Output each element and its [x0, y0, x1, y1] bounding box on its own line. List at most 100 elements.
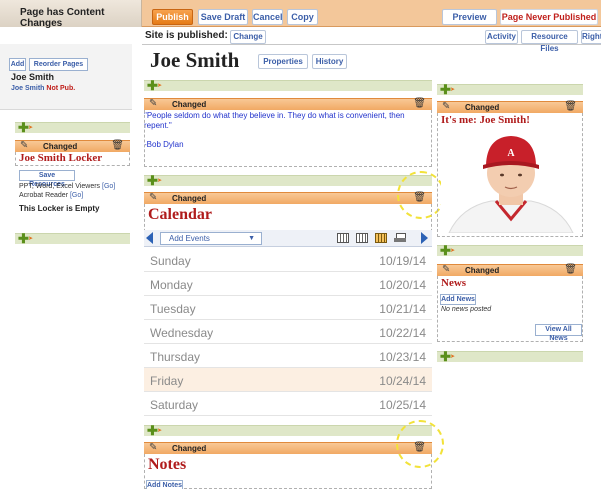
next-arrow-icon[interactable]: [421, 232, 428, 244]
calendar-day-date: 10/21/14: [379, 302, 426, 316]
arrow-icon: ➤: [28, 125, 34, 131]
viewers-text: PPT, Word, Excel Viewers: [19, 183, 101, 190]
print-icon[interactable]: [394, 233, 406, 243]
trash-icon[interactable]: 🗑: [564, 101, 577, 112]
chevron-down-icon: ▼: [248, 235, 255, 242]
day-view-icon[interactable]: [337, 233, 349, 243]
preview-draft-button[interactable]: Preview Draft: [442, 9, 497, 36]
calendar-day-row[interactable]: Wednesday 10/22/14: [144, 320, 432, 344]
news-changed-bar: ✎ Changed 🗑: [437, 264, 583, 276]
prev-arrow-icon[interactable]: [146, 232, 153, 244]
calendar-day-date: 10/23/14: [379, 350, 426, 364]
change-button[interactable]: Change: [230, 30, 266, 44]
add-content-bar-8[interactable]: ✚ ➤: [437, 350, 583, 363]
arrow-icon: ➤: [450, 354, 456, 360]
page-tree-panel: Add Reorder Pages Joe Smith Joe Smith No…: [0, 44, 132, 110]
month-view-icon[interactable]: [375, 233, 387, 243]
pencil-icon[interactable]: ✎: [442, 264, 450, 275]
publish-button[interactable]: Publish: [152, 9, 193, 25]
arrow-icon: ➤: [450, 248, 456, 254]
pencil-icon[interactable]: ✎: [442, 101, 450, 112]
arrow-icon: ➤: [28, 236, 34, 242]
calendar-day-row[interactable]: Saturday 10/25/14: [144, 392, 432, 416]
pencil-icon[interactable]: ✎: [149, 192, 157, 203]
calendar-day-name: Monday: [150, 278, 193, 292]
rights-button[interactable]: Rights: [581, 30, 601, 44]
changed-label: Changed: [465, 103, 500, 112]
viewers-line: PPT, Word, Excel Viewers [Go]: [19, 182, 115, 191]
news-empty-message: No news posted: [441, 306, 492, 313]
calendar-day-name: Wednesday: [150, 326, 214, 340]
highlight-circle: [396, 420, 444, 468]
locker-empty-message: This Locker is Empty: [19, 204, 100, 213]
calendar-day-row[interactable]: Thursday 10/23/14: [144, 344, 432, 368]
viewers-go-link[interactable]: [Go]: [102, 183, 115, 190]
changed-label: Changed: [43, 142, 78, 151]
add-content-bar-2[interactable]: ✚ ➤: [15, 232, 130, 245]
calendar-toolbar: Add Events ▼: [144, 230, 432, 247]
save-draft-button[interactable]: Save Draft: [198, 9, 248, 25]
site-published-label: Site is published:: [145, 30, 228, 41]
trash-icon[interactable]: 🗑: [564, 264, 577, 275]
save-resources-button[interactable]: Save Resources: [19, 170, 75, 188]
arrow-icon: ➤: [157, 428, 163, 434]
page-status-tab: Page has Content Changes: [0, 0, 142, 29]
never-published-badge: Page Never Published: [500, 9, 598, 25]
locker-changed-bar: ✎ Changed 🗑: [15, 140, 130, 152]
calendar-changed-bar: ✎ Changed 🗑: [144, 192, 432, 204]
copy-button[interactable]: Copy: [287, 9, 318, 25]
reorder-pages-button[interactable]: Reorder Pages: [29, 58, 88, 71]
page-tree-link[interactable]: Joe Smith: [11, 85, 44, 92]
calendar-day-date: 10/20/14: [379, 278, 426, 292]
trash-icon[interactable]: 🗑: [111, 140, 124, 151]
add-content-bar[interactable]: ✚ ➤: [15, 121, 130, 134]
pencil-icon[interactable]: ✎: [149, 442, 157, 453]
acrobat-text: Acrobat Reader: [19, 192, 69, 199]
calendar-day-date: 10/22/14: [379, 326, 426, 340]
resource-files-button[interactable]: Resource Files: [521, 30, 578, 53]
page-title: Joe Smith: [150, 48, 240, 72]
pencil-icon[interactable]: ✎: [20, 140, 28, 151]
notes-box: [144, 454, 432, 489]
add-notes-button[interactable]: Add Notes: [146, 480, 183, 489]
notes-changed-bar: ✎ Changed 🗑: [144, 442, 432, 454]
arrow-icon: ➤: [450, 87, 456, 93]
trash-icon[interactable]: 🗑: [413, 98, 426, 109]
view-all-news-button[interactable]: View All News: [535, 324, 582, 342]
add-content-bar-7[interactable]: ✚ ➤: [437, 244, 583, 257]
add-events-label: Add Events: [169, 234, 210, 243]
pencil-icon[interactable]: ✎: [149, 98, 157, 109]
calendar-day-name: Tuesday: [150, 302, 196, 316]
quote-changed-bar: ✎ Changed 🗑: [144, 98, 432, 110]
add-content-bar-5[interactable]: ✚ ➤: [144, 424, 432, 437]
add-news-button[interactable]: Add News: [440, 294, 476, 305]
add-content-bar-4[interactable]: ✚ ➤: [144, 174, 432, 187]
arrow-icon: ➤: [157, 83, 163, 89]
calendar-day-name: Friday: [150, 374, 184, 388]
page-tree-item[interactable]: Joe Smith Not Pub.: [11, 85, 75, 92]
changed-label: Changed: [465, 266, 500, 275]
add-content-bar-3[interactable]: ✚ ➤: [144, 79, 432, 92]
calendar-day-row[interactable]: Monday 10/20/14: [144, 272, 432, 296]
calendar-day-row[interactable]: Sunday 10/19/14: [144, 248, 432, 272]
changed-label: Changed: [172, 100, 207, 109]
profile-changed-bar: ✎ Changed 🗑: [437, 101, 583, 113]
acrobat-go-link[interactable]: [Go]: [70, 192, 83, 199]
history-button[interactable]: History: [312, 54, 347, 69]
activity-button[interactable]: Activity: [485, 30, 518, 44]
add-page-button[interactable]: Add: [9, 58, 26, 71]
calendar-day-name: Sunday: [150, 254, 191, 268]
cap-logo: A: [507, 148, 515, 159]
add-content-bar-6[interactable]: ✚ ➤: [437, 83, 583, 96]
acrobat-line: Acrobat Reader [Go]: [19, 191, 83, 200]
site-status-bar: Site is published:No Change Activity Res…: [142, 27, 601, 53]
calendar-day-row[interactable]: Friday 10/24/14: [144, 368, 432, 392]
week-view-icon[interactable]: [356, 233, 368, 243]
calendar-day-row[interactable]: Tuesday 10/21/14: [144, 296, 432, 320]
changed-label: Changed: [172, 194, 207, 203]
properties-button[interactable]: Properties: [258, 54, 308, 69]
profile-photo: A: [441, 129, 581, 233]
cancel-button[interactable]: Cancel: [252, 9, 283, 25]
locker-box: [15, 152, 130, 166]
add-events-select[interactable]: Add Events ▼: [160, 232, 262, 245]
